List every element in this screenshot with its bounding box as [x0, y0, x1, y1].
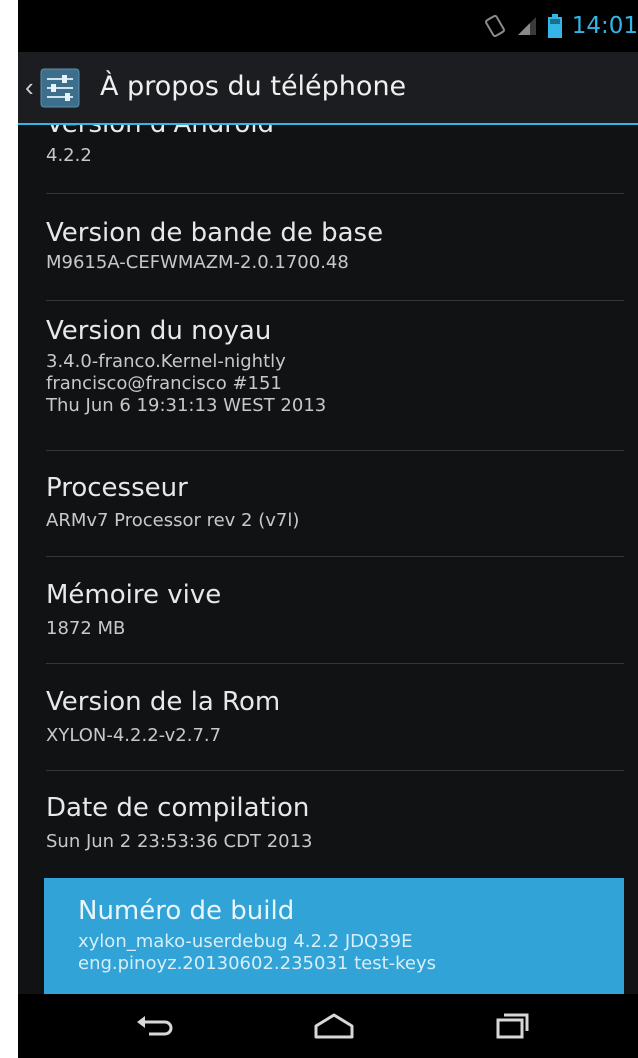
item-value: ARMv7 Processor rev 2 (v7l): [46, 510, 300, 531]
rotate-icon: [484, 15, 505, 37]
list-item-build-number[interactable]: Numéro de build xylon_mako-userdebug 4.2…: [44, 878, 624, 994]
list-item-ram[interactable]: Mémoire vive 1872 MB: [46, 580, 624, 640]
item-value: Sun Jun 2 23:53:36 CDT 2013: [46, 831, 313, 852]
list-item-baseband-version[interactable]: Version de bande de base M9615A-CEFWMAZM…: [46, 218, 624, 274]
item-value: 1872 MB: [46, 618, 126, 639]
list-item-build-date[interactable]: Date de compilation Sun Jun 2 23:53:36 C…: [46, 793, 624, 853]
item-value-line-1: xylon_mako-userdebug 4.2.2 JDQ39E: [78, 931, 413, 952]
divider: [46, 300, 624, 301]
back-button[interactable]: [125, 1008, 185, 1044]
item-title: Version de bande de base: [46, 218, 384, 248]
item-title: Date de compilation: [46, 793, 310, 823]
settings-icon[interactable]: [40, 68, 80, 108]
divider: [46, 450, 624, 451]
item-title: Version d'Android: [46, 125, 624, 139]
item-value: 4.2.2: [46, 145, 92, 166]
recent-apps-button[interactable]: [482, 1008, 542, 1044]
back-icon: [137, 1016, 173, 1036]
home-button[interactable]: [304, 1008, 364, 1044]
item-title: Numéro de build: [78, 896, 295, 926]
divider: [46, 770, 624, 771]
list-item-kernel-version[interactable]: Version du noyau 3.4.0-franco.Kernel-nig…: [46, 316, 624, 417]
item-title: Mémoire vive: [46, 580, 222, 610]
signal-icon: [517, 17, 536, 35]
recent-apps-icon: [496, 1013, 529, 1039]
item-title: Version du noyau: [46, 316, 272, 346]
item-value-line-3: Thu Jun 6 19:31:13 WEST 2013: [46, 395, 327, 416]
item-value-line-2: eng.pinoyz.20130602.235031 test-keys: [78, 953, 437, 974]
battery-icon: [547, 14, 562, 38]
item-title: Version de la Rom: [46, 687, 281, 717]
item-value-line-2: francisco@francisco #151: [46, 373, 282, 394]
page-title: À propos du téléphone: [100, 71, 407, 102]
item-value: M9615A-CEFWMAZM-2.0.1700.48: [46, 252, 349, 273]
item-title: Processeur: [46, 473, 188, 503]
status-bar: 14:01: [18, 0, 638, 52]
divider: [46, 556, 624, 557]
up-caret-icon[interactable]: ‹: [25, 72, 34, 102]
list-item-rom-version[interactable]: Version de la Rom XYLON-4.2.2-v2.7.7: [46, 687, 624, 747]
about-phone-list[interactable]: Version d'Android 4.2.2 Version de bande…: [18, 125, 638, 994]
navigation-bar: [18, 994, 638, 1058]
item-value: XYLON-4.2.2-v2.7.7: [46, 725, 222, 746]
status-time: 14:01: [571, 13, 638, 39]
phone-screen: 14:01 ‹ À propos du téléphone Version d'…: [18, 0, 638, 1058]
list-item-processor[interactable]: Processeur ARMv7 Processor rev 2 (v7l): [46, 473, 624, 532]
item-value-line-1: 3.4.0-franco.Kernel-nightly: [46, 351, 286, 372]
status-icons: 14:01: [484, 10, 638, 42]
list-item-android-version[interactable]: Version d'Android 4.2.2: [46, 125, 624, 167]
home-icon: [314, 1013, 354, 1039]
divider: [46, 193, 624, 194]
divider: [46, 663, 624, 664]
